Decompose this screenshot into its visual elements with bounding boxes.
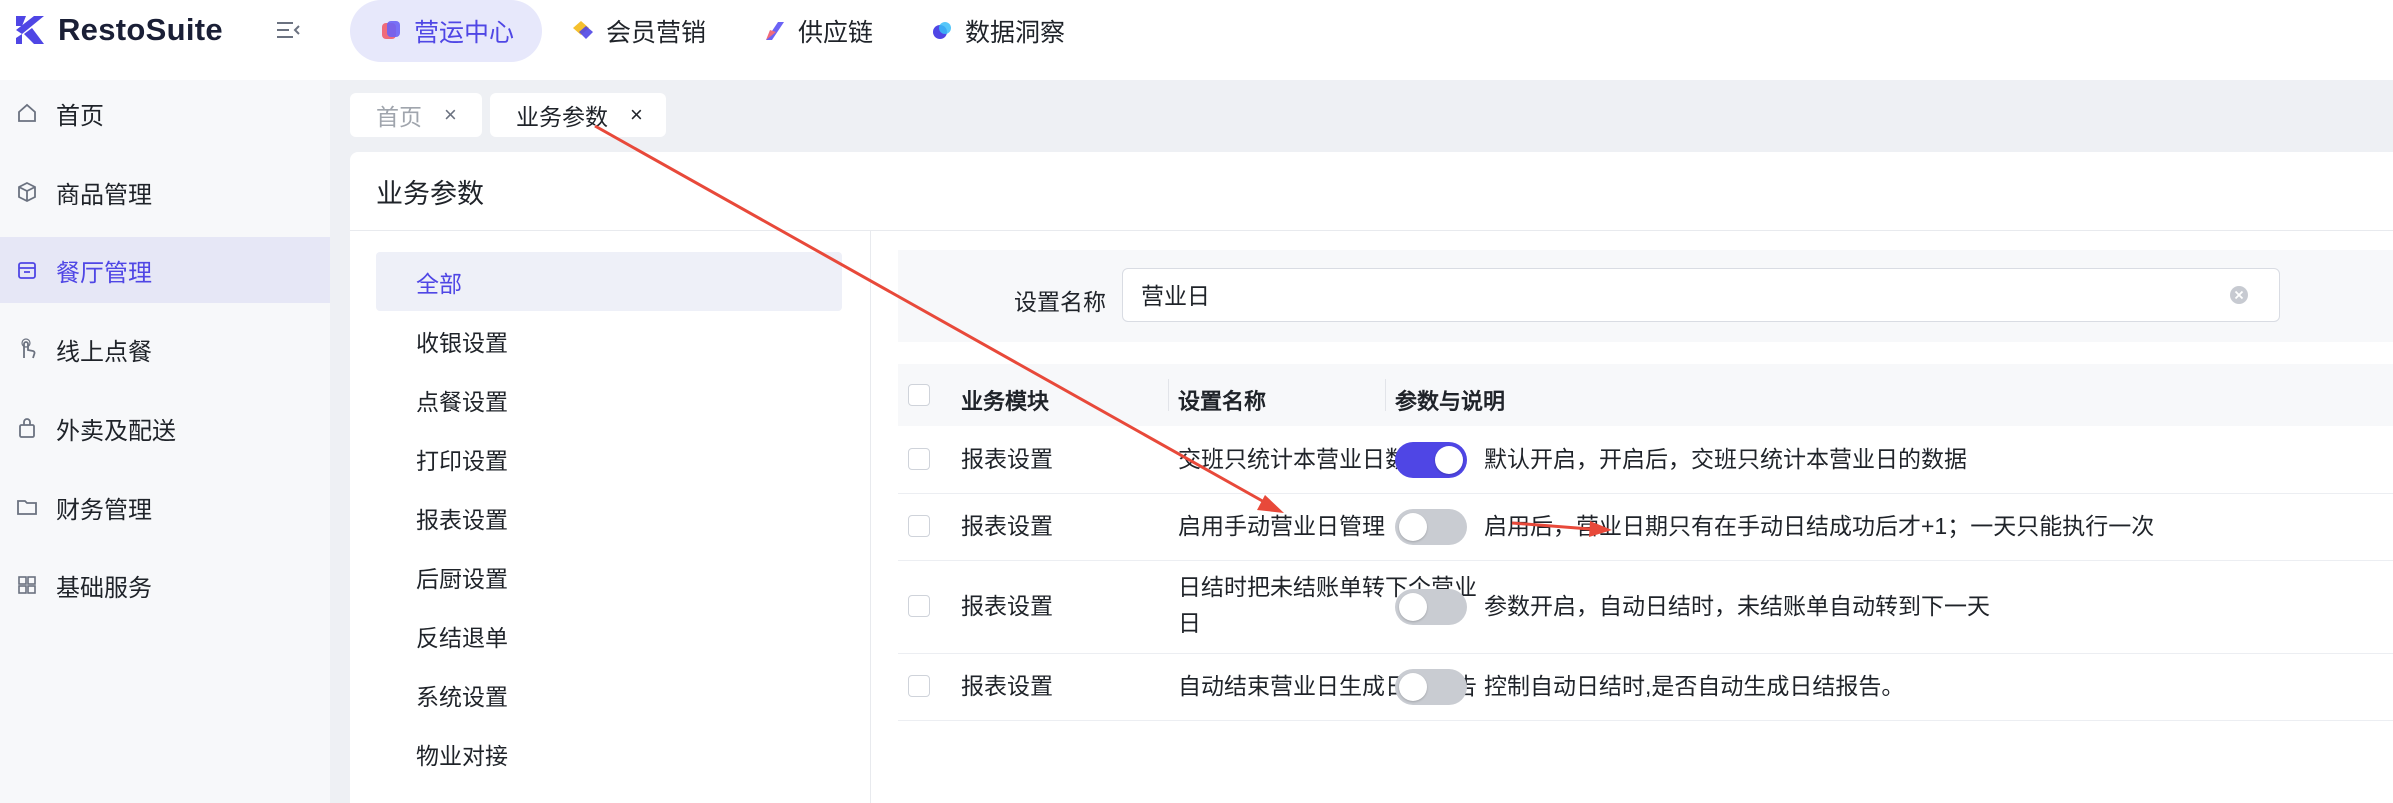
grid-icon [14, 572, 40, 598]
toggle-knob [1399, 673, 1427, 701]
sidebar-item-online-order[interactable]: 线上点餐 [0, 316, 330, 382]
category-printing[interactable]: 打印设置 [376, 429, 842, 488]
toggle-knob [1399, 593, 1427, 621]
home-icon [14, 100, 40, 126]
close-icon[interactable]: × [630, 102, 643, 128]
brand-name: RestoSuite [58, 12, 223, 47]
row-description: 参数开启，自动日结时，未结账单自动转到下一天 [1484, 593, 1990, 619]
setting-toggle[interactable] [1395, 669, 1467, 705]
row-description: 控制自动日结时,是否自动生成日结报告。 [1484, 673, 1905, 699]
divider [1385, 379, 1386, 411]
row-module: 报表设置 [961, 593, 1053, 619]
row-module: 报表设置 [961, 673, 1053, 699]
sidebar-item-home[interactable]: 首页 [0, 80, 330, 146]
category-kitchen[interactable]: 后厨设置 [376, 547, 842, 606]
row-module: 报表设置 [961, 513, 1053, 539]
setting-name-field[interactable] [1122, 268, 2280, 322]
category-property[interactable]: 物业对接 [376, 724, 842, 783]
toggle-knob [1399, 513, 1427, 541]
restosuite-logo-icon [16, 16, 44, 44]
folder-icon [14, 494, 40, 520]
supply-chain-icon [766, 22, 785, 40]
row-setting-name: 启用手动营业日管理 [1178, 513, 1385, 539]
setting-toggle[interactable] [1395, 589, 1467, 625]
brand-logo[interactable]: RestoSuite [12, 10, 223, 50]
row-description: 启用后，营业日期只有在手动日结成功后才+1；一天只能执行一次 [1484, 513, 2155, 539]
filter-bar: 设置名称 [898, 250, 2393, 342]
table-row: 报表设置 日结时把未结账单转下个营业 日 参数开启，自动日结时，未结账单自动转到… [898, 560, 2393, 654]
row-checkbox[interactable] [908, 515, 930, 537]
row-checkbox[interactable] [908, 595, 930, 617]
column-header-params: 参数与说明 [1395, 389, 1506, 414]
tab-business-params[interactable]: 业务参数 × [490, 93, 666, 137]
hand-tap-icon [14, 336, 40, 362]
table-row: 报表设置 启用手动营业日管理 启用后，营业日期只有在手动日结成功后才+1；一天只… [898, 493, 2393, 561]
close-icon[interactable]: × [444, 102, 457, 128]
topnav-ops-center[interactable]: 营运中心 [350, 0, 543, 62]
top-navigation: 营运中心 会员营销 供应链 数据洞察 [350, 0, 1093, 62]
topnav-data-insight[interactable]: 数据洞察 [901, 0, 1093, 62]
main-card: 业务参数 全部 收银设置 点餐设置 打印设置 报表设置 后厨设置 反结退单 系统… [350, 152, 2393, 803]
toggle-knob [1435, 446, 1463, 474]
store-icon [14, 257, 40, 283]
sidebar-item-basic-services[interactable]: 基础服务 [0, 552, 330, 618]
page-title: 业务参数 [376, 179, 484, 209]
row-module: 报表设置 [961, 446, 1053, 472]
divider [1168, 379, 1169, 411]
row-setting-name-line2: 日 [1178, 610, 1201, 636]
divider [870, 231, 871, 803]
table-header: 业务模块 设置名称 参数与说明 [898, 364, 2393, 426]
category-all[interactable]: 全部 [376, 252, 842, 311]
row-description: 默认开启，开启后，交班只统计本营业日的数据 [1484, 446, 1967, 472]
sidebar-item-delivery[interactable]: 外卖及配送 [0, 395, 330, 461]
search-input[interactable] [1141, 269, 2221, 319]
category-system[interactable]: 系统设置 [376, 665, 842, 724]
filter-label: 设置名称 [1014, 289, 1106, 315]
clear-icon[interactable] [2229, 285, 2249, 305]
ops-center-icon [382, 21, 400, 39]
top-bar: RestoSuite 营运中心 会员营销 供应链 数据洞察 [0, 0, 2393, 80]
table-row: 报表设置 自动结束营业日生成日结报告 控制自动日结时,是否自动生成日结报告。 [898, 653, 2393, 721]
setting-toggle[interactable] [1395, 509, 1467, 545]
category-refund[interactable]: 反结退单 [376, 606, 842, 665]
topnav-member-marketing[interactable]: 会员营销 [542, 0, 734, 62]
table-row: 报表设置 交班只统计本营业日数据 默认开启，开启后，交班只统计本营业日的数据 [898, 426, 2393, 494]
column-header-name: 设置名称 [1178, 389, 1267, 414]
tab-home[interactable]: 首页 × [350, 93, 482, 137]
sidebar-item-finance[interactable]: 财务管理 [0, 474, 330, 540]
sidebar: 首页 商品管理 餐厅管理 线上点餐 外卖及配送 财务管理 基础服务 [0, 80, 330, 803]
data-insight-icon [933, 22, 952, 39]
category-ordering[interactable]: 点餐设置 [376, 370, 842, 429]
sidebar-item-restaurant[interactable]: 餐厅管理 [0, 237, 330, 303]
select-all-checkbox[interactable] [908, 384, 930, 406]
row-checkbox[interactable] [908, 448, 930, 470]
collapse-menu-button[interactable] [272, 14, 304, 46]
category-reports[interactable]: 报表设置 [376, 488, 842, 547]
sidebar-item-products[interactable]: 商品管理 [0, 159, 330, 225]
box-icon [14, 179, 40, 205]
divider [350, 230, 2393, 231]
category-cashier[interactable]: 收银设置 [376, 311, 842, 370]
category-list: 全部 收银设置 点餐设置 打印设置 报表设置 后厨设置 反结退单 系统设置 物业… [376, 252, 842, 783]
row-checkbox[interactable] [908, 675, 930, 697]
setting-toggle[interactable] [1395, 442, 1467, 478]
row-setting-name: 交班只统计本营业日数据 [1178, 446, 1431, 472]
bag-icon [14, 415, 40, 441]
member-marketing-icon [573, 21, 594, 39]
column-header-module: 业务模块 [961, 389, 1050, 414]
menu-collapse-icon [277, 22, 300, 38]
topnav-supply-chain[interactable]: 供应链 [734, 0, 901, 62]
